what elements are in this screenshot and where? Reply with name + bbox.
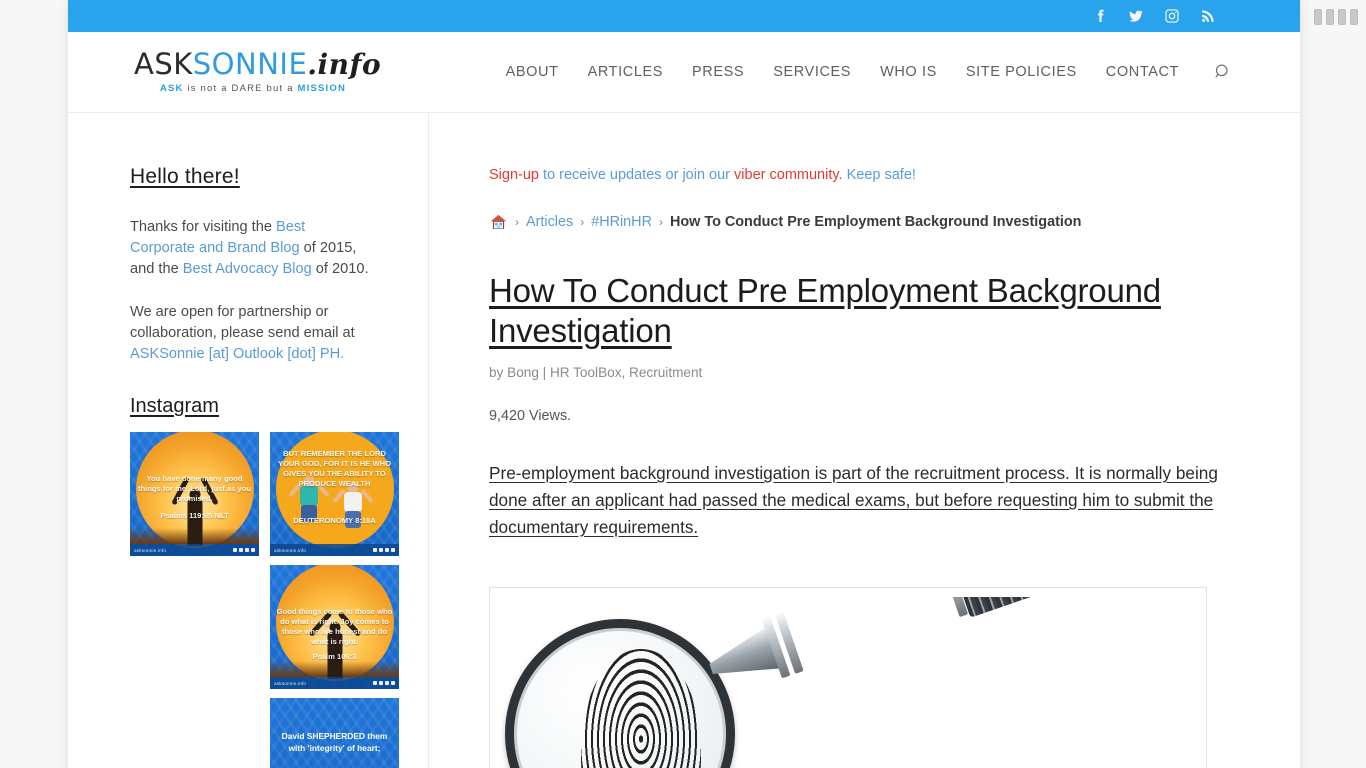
breadcrumb: › Articles › #HRinHR › How To Conduct Pr…: [489, 213, 1230, 231]
site-header: ASKSONNIE.info ASK is not a DARE but a M…: [68, 32, 1300, 113]
logo-sonnie: SONNIE: [192, 47, 308, 81]
post-lead-paragraph: Pre-employment background investigation …: [489, 463, 1218, 537]
notice-keepsafe: Keep safe!: [846, 167, 916, 183]
instagram-tile-slot: Good things come to those who do what is…: [270, 565, 399, 689]
breadcrumb-separator: ›: [658, 215, 663, 229]
breadcrumb-item-hrinhr[interactable]: #HRinHR: [591, 214, 652, 230]
tile-footer-bar: asksonnie.info: [270, 677, 399, 689]
corner-widget-bars[interactable]: [1314, 9, 1358, 25]
instagram-tile-caption: Good things come to those who do what is…: [276, 607, 393, 647]
signup-notice: Sign-up to receive updates or join our v…: [489, 165, 1230, 185]
breadcrumb-separator: ›: [580, 215, 585, 229]
nav-item-about[interactable]: ABOUT: [506, 64, 559, 80]
top-social-bar: [68, 0, 1300, 32]
instagram-tile-reference: DEUTERONOMY 8:18A: [293, 516, 376, 526]
contact-text-1: We are open for partnership or collabora…: [130, 304, 355, 341]
widget-bar: [1338, 9, 1346, 25]
breadcrumb-item-articles[interactable]: Articles: [526, 214, 573, 230]
nav-item-contact[interactable]: CONTACT: [1106, 64, 1179, 80]
breadcrumb-separator: ›: [515, 215, 519, 229]
facebook-icon[interactable]: [1092, 8, 1108, 24]
tile-social-dots: [373, 548, 395, 552]
tile-footer-bar: asksonnie.info: [130, 544, 259, 556]
sidebar-intro-paragraph: Thanks for visiting the Best Corporate a…: [130, 217, 372, 280]
widget-bar: [1326, 9, 1334, 25]
rss-icon[interactable]: [1200, 8, 1216, 24]
notice-text-2: .: [838, 167, 847, 183]
instagram-grid: You have done many good things for me, L…: [130, 432, 399, 768]
main-content: Sign-up to receive updates or join our v…: [429, 113, 1300, 768]
home-icon[interactable]: [489, 213, 508, 231]
breadcrumb-item-current: How To Conduct Pre Employment Background…: [669, 214, 1082, 230]
page-body: Hello there! Thanks for visiting the Bes…: [68, 113, 1300, 768]
tile-handle: asksonnie.info: [274, 680, 307, 686]
nav-item-press[interactable]: PRESS: [692, 64, 744, 80]
sidebar-contact-paragraph: We are open for partnership or collabora…: [130, 302, 372, 365]
instagram-tile-caption: David SHEPHERDED them with 'integrity' o…: [281, 731, 388, 754]
browser-viewport: ASKSONNIE.info ASK is not a DARE but a M…: [0, 0, 1366, 768]
instagram-tile-reference: Psalm 106:3: [312, 651, 357, 661]
tile-handle: asksonnie.info: [134, 547, 167, 553]
nav-item-articles[interactable]: ARTICLES: [588, 64, 663, 80]
logo-tagline-ask: ASK: [159, 83, 184, 94]
tile-handle: asksonnie.info: [274, 547, 307, 553]
tile-footer-bar: asksonnie.info: [270, 544, 399, 556]
site-logo[interactable]: ASKSONNIE.info ASK is not a DARE but a M…: [134, 44, 381, 100]
nav-item-site-policies[interactable]: SITE POLICIES: [966, 64, 1077, 80]
logo-ask: ASK: [134, 47, 193, 81]
logo-tagline: ASK is not a DARE but a MISSION: [134, 83, 372, 94]
post-featured-image-frame: [489, 587, 1207, 768]
instagram-tile-caption: BUT REMEMBER THE LORD YOUR GOD, FOR IT I…: [277, 449, 392, 489]
intro-text-1: Thanks for visiting the: [130, 219, 277, 235]
tile-social-dots: [233, 548, 255, 552]
widget-bar: [1350, 9, 1358, 25]
instagram-tile-reference: Psalms 119:65 NLT: [160, 511, 229, 521]
widget-bar: [1314, 9, 1322, 25]
twitter-icon[interactable]: [1128, 8, 1144, 24]
intro-text-3: of 2010.: [311, 261, 369, 277]
search-icon[interactable]: [1212, 61, 1234, 83]
tile-social-dots: [373, 681, 395, 685]
site-container: ASKSONNIE.info ASK is not a DARE but a M…: [68, 0, 1300, 768]
social-links: [1092, 8, 1216, 24]
sidebar-greeting-heading: Hello there!: [130, 165, 240, 188]
instagram-tile[interactable]: BUT REMEMBER THE LORD YOUR GOD, FOR IT I…: [270, 432, 399, 556]
instagram-tile-slot: David SHEPHERDED them with 'integrity' o…: [270, 698, 399, 768]
notice-text-1: to receive updates or join our: [538, 167, 735, 183]
post-view-count: 9,420 Views.: [489, 408, 572, 424]
nav-item-who-is[interactable]: WHO IS: [880, 64, 937, 80]
logo-wordmark: ASKSONNIE.info: [134, 47, 381, 81]
magnifier-handle: [695, 597, 1171, 714]
instagram-tile[interactable]: You have done many good things for me, L…: [130, 432, 259, 556]
post-meta: by Bong | HR ToolBox, Recruitment: [489, 365, 703, 380]
logo-tagline-mid: is not a DARE but a: [183, 83, 298, 94]
sidebar: Hello there! Thanks for visiting the Bes…: [68, 113, 429, 768]
magnifying-glass-fingerprint-image: [499, 597, 1197, 768]
sidebar-instagram-heading: Instagram: [130, 395, 219, 417]
logo-tagline-mission: MISSION: [297, 83, 347, 94]
link-best-advocacy-blog[interactable]: Best Advocacy Blog: [183, 261, 312, 277]
main-navigation: ABOUT ARTICLES PRESS SERVICES WHO IS SIT…: [506, 61, 1234, 83]
link-email-address[interactable]: ASKSonnie [at] Outlook [dot] PH.: [130, 346, 344, 362]
instagram-tile[interactable]: David SHEPHERDED them with 'integrity' o…: [270, 698, 399, 768]
instagram-tile-caption: You have done many good things for me, L…: [137, 474, 252, 504]
nav-item-services[interactable]: SERVICES: [773, 64, 851, 80]
logo-info: .info: [307, 48, 382, 81]
instagram-tile[interactable]: Good things come to those who do what is…: [270, 565, 399, 689]
notice-viber-link[interactable]: viber community: [734, 167, 838, 183]
page-title[interactable]: How To Conduct Pre Employment Background…: [489, 271, 1230, 351]
instagram-icon[interactable]: [1164, 8, 1180, 24]
notice-signup-link[interactable]: Sign-up: [489, 167, 539, 183]
